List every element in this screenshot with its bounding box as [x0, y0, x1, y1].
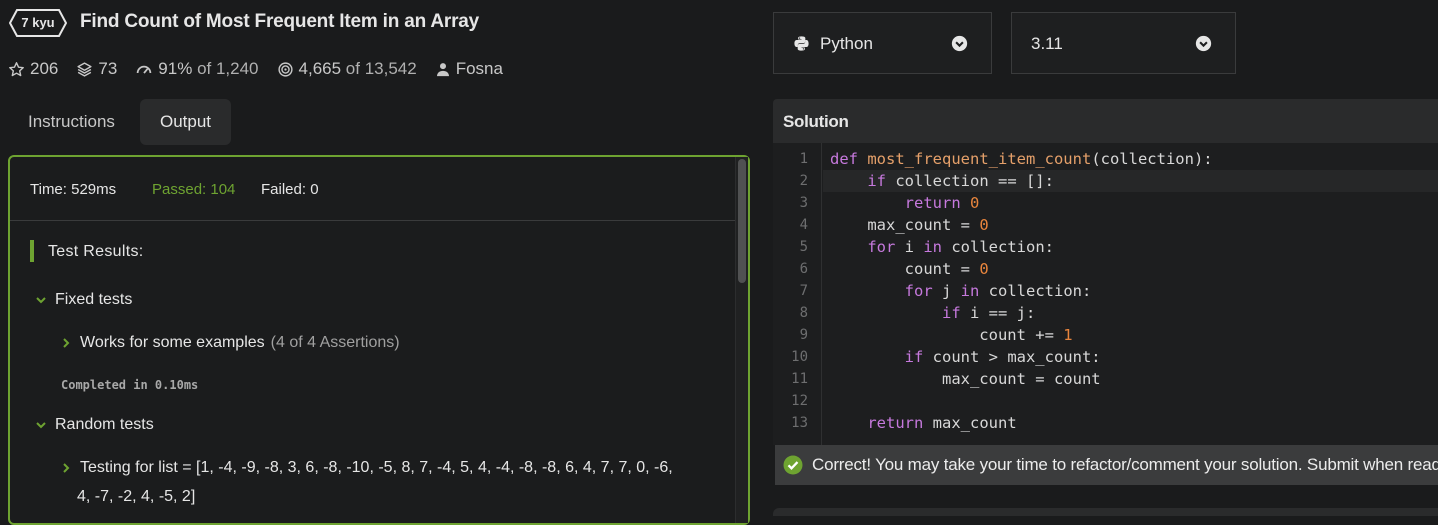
code-line[interactable]: count += 1 — [830, 324, 1072, 346]
code-line[interactable]: max_count = 0 — [830, 214, 988, 236]
satisfaction-rating: 91% — [158, 59, 193, 78]
code-line[interactable]: count = 0 — [830, 258, 989, 280]
chevron-down-icon — [36, 297, 46, 304]
satisfaction-stat: 91% of 1,240 — [135, 59, 259, 79]
chevron-right-icon — [63, 338, 70, 348]
chevron-right-icon — [63, 463, 70, 473]
status-message: Correct! You may take your time to refac… — [812, 455, 1438, 474]
author-stat[interactable]: Fosna — [435, 59, 503, 79]
chevron-down-icon — [36, 422, 46, 429]
lower-panel-edge — [773, 508, 1438, 516]
output-scrollbar[interactable] — [735, 157, 748, 523]
scrollbar-thumb[interactable] — [738, 159, 746, 283]
stack-icon — [77, 61, 92, 77]
code-line[interactable]: def most_frequent_item_count(collection)… — [830, 148, 1213, 170]
target-icon — [277, 61, 293, 77]
fixed-tests-group[interactable]: Fixed tests — [35, 291, 132, 309]
version-select[interactable]: 3.11 — [1011, 12, 1236, 74]
random-tests-group[interactable]: Random tests — [35, 416, 154, 434]
code-editor[interactable]: 1 2 3 4 5 6 7 8 9 10 11 12 13 def most_f… — [773, 143, 1438, 445]
line-number: 3 — [799, 195, 808, 211]
completed-time: Completed in 0.10ms — [61, 378, 199, 392]
version-value: 3.11 — [1031, 34, 1063, 53]
fixed-test-assertions: (4 of 4 Assertions) — [270, 334, 400, 351]
chevron-down-icon — [1195, 35, 1212, 52]
code-line[interactable]: return 0 — [830, 192, 980, 214]
code-line[interactable]: if count > max_count: — [830, 346, 1101, 368]
line-number: 8 — [799, 305, 808, 321]
tab-instructions[interactable]: Instructions — [8, 99, 135, 145]
line-number: 4 — [799, 217, 808, 233]
collections-count: 73 — [98, 59, 118, 78]
code-line[interactable]: for i in collection: — [830, 236, 1054, 258]
output-panel: Time: 529ms Passed: 104 Failed: 0 Test R… — [8, 155, 750, 525]
stars-stat[interactable]: 206 — [8, 59, 58, 79]
code-line[interactable]: max_count = count — [830, 368, 1101, 390]
check-circle-icon — [783, 455, 803, 475]
success-banner: Correct! You may take your time to refac… — [775, 445, 1438, 485]
failed-label: Failed: 0 — [261, 181, 319, 198]
rank-label: 7 kyu — [21, 15, 55, 30]
passed-label: Passed: 104 — [152, 181, 236, 198]
gauge-icon — [137, 65, 152, 74]
completions-count: 4,665 — [298, 59, 342, 78]
line-number: 13 — [791, 415, 808, 431]
total-attempts: of 13,542 — [345, 59, 417, 78]
rank-badge: 7 kyu — [9, 9, 67, 37]
line-number: 9 — [799, 327, 808, 343]
line-number: 7 — [799, 283, 808, 299]
line-number: 2 — [799, 173, 808, 189]
kata-stats: 206 73 91% of 1,240 4,665 of 13,542 Fosn… — [8, 58, 521, 80]
language-value: Python — [820, 34, 873, 53]
line-number: 10 — [791, 349, 808, 365]
line-number: 5 — [799, 239, 808, 255]
kata-title[interactable]: Find Count of Most Frequent Item in an A… — [80, 11, 479, 33]
stars-count: 206 — [30, 59, 59, 78]
code-line[interactable]: for j in collection: — [830, 280, 1092, 302]
code-line[interactable]: if i == j: — [830, 302, 1035, 324]
code-line[interactable]: return max_count — [830, 412, 1016, 434]
chevron-down-icon — [951, 35, 968, 52]
line-number: 6 — [799, 261, 808, 277]
random-test-item[interactable]: Testing for list = [1, -4, -9, -8, 3, 6,… — [60, 459, 673, 477]
results-accent-bar — [30, 240, 34, 262]
tab-output[interactable]: Output — [140, 99, 232, 145]
time-label: Time: 529ms — [30, 181, 117, 198]
completions-stat: 4,665 of 13,542 — [277, 59, 417, 79]
random-test-label: Testing for list = [1, -4, -9, -8, 3, 6,… — [80, 459, 673, 476]
line-number: 11 — [791, 371, 808, 387]
random-tests-label: Random tests — [55, 416, 154, 433]
collections-stat[interactable]: 73 — [76, 59, 117, 79]
fixed-test-label: Works for some examples — [80, 334, 265, 351]
language-select[interactable]: Python — [773, 12, 992, 74]
code-line[interactable]: if collection == []: — [830, 170, 1054, 192]
line-number: 1 — [799, 151, 808, 167]
user-icon — [436, 62, 449, 76]
fixed-test-item[interactable]: Works for some examples (4 of 4 Assertio… — [60, 334, 400, 352]
star-icon — [9, 61, 24, 76]
solution-title: Solution — [783, 112, 849, 131]
satisfaction-votes: of 1,240 — [197, 59, 259, 78]
fixed-tests-label: Fixed tests — [55, 291, 133, 308]
solution-header: Solution — [773, 99, 1438, 143]
output-summary: Time: 529ms Passed: 104 Failed: 0 — [10, 157, 748, 221]
line-number: 12 — [791, 393, 808, 409]
random-test-label-cont: 4, -7, -2, 4, -5, 2] — [77, 488, 196, 505]
author-name: Fosna — [455, 59, 503, 78]
results-heading: Test Results: — [48, 243, 144, 260]
python-icon — [794, 36, 809, 51]
